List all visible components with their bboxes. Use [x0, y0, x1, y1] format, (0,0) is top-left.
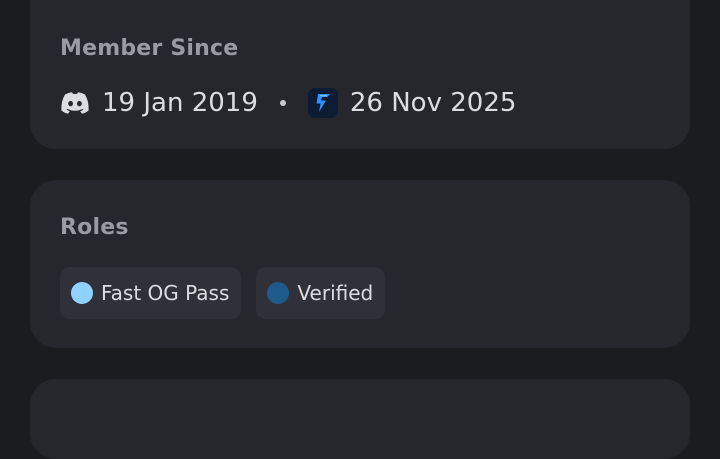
role-pill-verified[interactable]: Verified — [256, 267, 386, 319]
member-since-title: Member Since — [60, 36, 239, 61]
roles-title: Roles — [60, 215, 129, 240]
separator-dot — [279, 100, 286, 106]
discord-icon — [60, 91, 90, 115]
member-since-row: 19 Jan 2019 26 Nov 2025 — [60, 86, 516, 120]
role-label: Verified — [297, 281, 374, 305]
next-card — [30, 379, 690, 459]
roles-list: Fast OG Pass Verified — [60, 267, 386, 319]
role-pill-fast-og-pass[interactable]: Fast OG Pass — [60, 267, 242, 319]
role-color-dot — [267, 282, 290, 304]
discord-join-date: 19 Jan 2019 — [102, 88, 258, 118]
roles-card: Roles Fast OG Pass Verified — [30, 180, 690, 348]
server-join-date: 26 Nov 2025 — [349, 88, 517, 118]
member-since-card: Member Since 19 Jan 2019 26 Nov 2025 — [30, 0, 690, 149]
role-color-dot — [71, 282, 93, 304]
role-label: Fast OG Pass — [101, 281, 230, 305]
lightning-server-icon — [307, 88, 338, 118]
